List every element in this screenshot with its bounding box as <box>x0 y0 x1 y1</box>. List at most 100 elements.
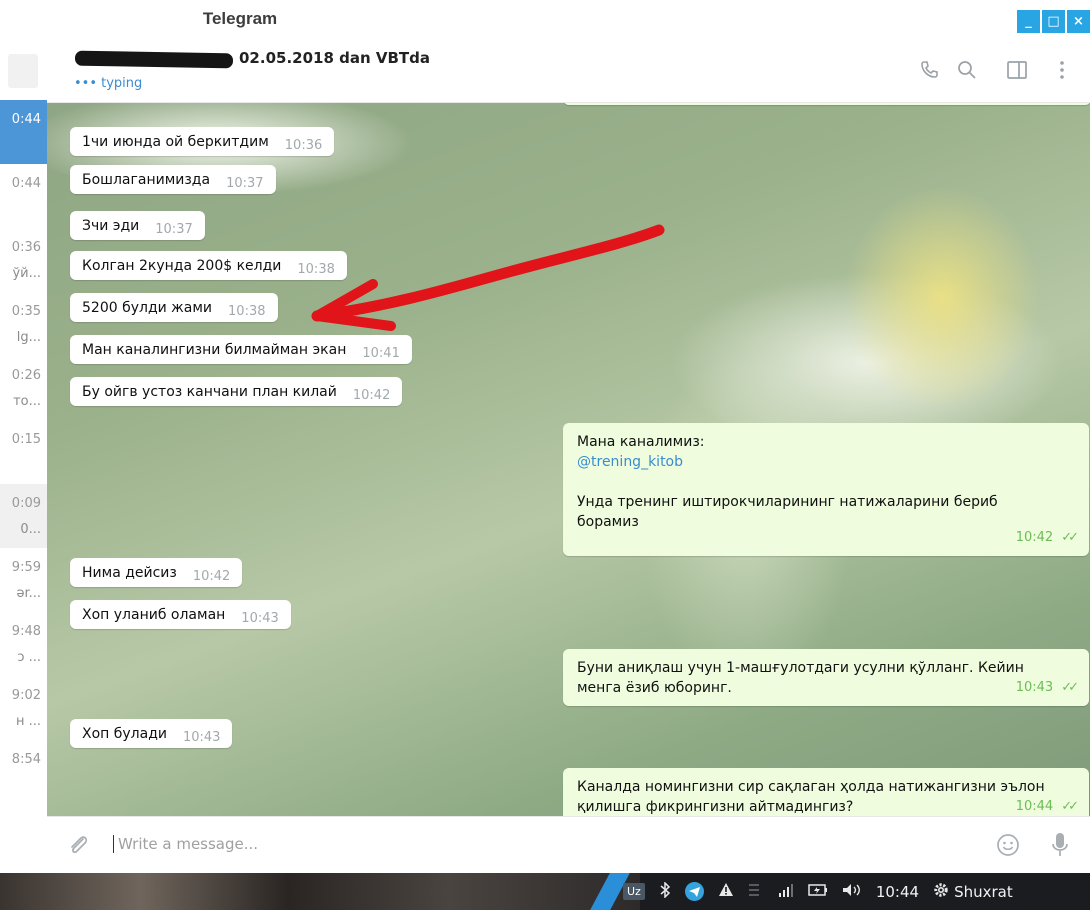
read-ticks-icon: ✓✓ <box>1061 680 1079 695</box>
chat-time: 9:59 <box>11 560 41 575</box>
message-text: 5200 булди жами <box>82 300 213 316</box>
chat-list-item[interactable]: 9:48 ɔ ... <box>0 612 47 676</box>
attach-icon[interactable] <box>65 832 91 858</box>
chat-time: 0:44 <box>11 112 41 127</box>
desktop-wallpaper-strip <box>0 873 640 910</box>
chat-snippet: 0... <box>20 522 41 537</box>
bluetooth-icon[interactable] <box>659 880 671 902</box>
outgoing-message[interactable]: Буни аниқлаш учун 1-машғулотдаги усулни … <box>563 649 1089 706</box>
message-time: 10:37 <box>155 222 193 237</box>
warning-icon[interactable] <box>718 882 734 901</box>
clock[interactable]: 10:44 <box>876 883 919 901</box>
chat-list-item[interactable]: 0:44 <box>0 100 47 164</box>
message-composer: Write a message... <box>47 816 1090 874</box>
outgoing-message[interactable]: Мана каналимиз: @trening_kitob Унда трен… <box>563 423 1089 556</box>
chat-time: 8:54 <box>11 752 41 767</box>
chat-list-item[interactable]: 0:09 0... <box>0 484 47 548</box>
chat-name[interactable]: 02.05.2018 dan VBTda <box>239 49 430 67</box>
message-text: Бошлаганимизда <box>82 172 211 188</box>
message-text: Мана каналимиз: <box>577 434 705 450</box>
message-input[interactable]: Write a message... <box>113 835 258 853</box>
message-time: 10:43 <box>1015 680 1054 695</box>
minimize-button[interactable]: _ <box>1017 10 1040 33</box>
chat-time: 9:02 <box>11 688 41 703</box>
message-text: 1чи июнда ой беркитдим <box>82 134 269 150</box>
message-time: 10:38 <box>228 304 266 319</box>
chat-list-item[interactable]: 0:15 <box>0 420 47 484</box>
chat-list: 0:44 0:44 0:36 ўй... 0:35 lg... 0:26 то.… <box>0 36 47 882</box>
chat-snippet: ər... <box>16 586 41 601</box>
system-taskbar: Uz 10:44 Shuxrat <box>0 873 1090 910</box>
message-time: 10:42 <box>192 569 231 584</box>
signal-icon[interactable] <box>778 883 794 901</box>
incoming-message[interactable]: Ман каналингизни билмайман экан 10:41 <box>70 335 412 364</box>
window-title: Telegram <box>202 9 278 28</box>
chat-time: 0:36 <box>11 240 41 255</box>
channel-link[interactable]: @trening_kitob <box>577 452 1075 472</box>
gear-icon <box>933 882 949 902</box>
chat-list-item[interactable]: 0:35 lg... <box>0 292 47 356</box>
keyboard-layout-indicator[interactable]: Uz <box>623 883 645 900</box>
sidebar-toggle-icon[interactable] <box>1005 58 1029 82</box>
maximize-button[interactable]: □ <box>1042 10 1065 33</box>
chat-search-input[interactable] <box>8 54 38 88</box>
incoming-message[interactable]: Хоп уланиб оламан 10:43 <box>70 600 291 629</box>
message-time: 10:42 <box>352 388 391 403</box>
message-area[interactable]: 1чи июнда ой беркитдим 10:36 Бошлаганимиз… <box>47 103 1090 816</box>
read-ticks-icon: ✓✓ <box>1061 530 1079 545</box>
window-controls: _ □ × <box>1017 10 1090 33</box>
more-icon[interactable] <box>1050 58 1074 82</box>
chat-time: 0:15 <box>11 432 41 447</box>
message-time: 10:37 <box>226 176 264 191</box>
chat-snippet: то... <box>13 394 41 409</box>
window-titlebar: Telegram _ □ × <box>0 0 1090 36</box>
emoji-icon[interactable] <box>995 832 1021 858</box>
chat-list-item[interactable]: 9:59 ər... <box>0 548 47 612</box>
message-time: 10:44 <box>1015 799 1054 814</box>
incoming-message[interactable]: Нима дейсиз 10:42 <box>70 558 243 587</box>
red-arrow-annotation <box>311 224 665 331</box>
battery-icon[interactable] <box>808 883 828 901</box>
incoming-message[interactable]: 5200 булди жами 10:38 <box>70 293 278 322</box>
message-time: 10:36 <box>284 138 323 153</box>
phone-icon[interactable] <box>917 58 941 82</box>
incoming-message[interactable]: Зчи эди 10:37 <box>70 211 205 240</box>
chat-list-item[interactable]: 0:26 то... <box>0 356 47 420</box>
message-time: 10:43 <box>182 730 221 745</box>
message-text: Буни аниқлаш учун 1-машғулотдаги усулни … <box>577 660 1024 676</box>
message-text: Нима дейсиз <box>82 565 177 581</box>
chat-list-item[interactable]: 8:54 <box>0 740 47 804</box>
message-text: Хоп булади <box>82 726 167 742</box>
incoming-message[interactable]: Бу ойгв устоз канчани план килай 10:42 <box>70 377 403 406</box>
chat-snippet: ɔ ... <box>17 650 41 665</box>
message-text: Унда тренинг иштирокчиларининг натижалар… <box>577 494 998 510</box>
message-text: Хоп уланиб оламан <box>82 607 226 623</box>
close-button[interactable]: × <box>1067 10 1090 33</box>
user-menu[interactable]: Shuxrat <box>933 882 1013 902</box>
telegram-tray-icon[interactable] <box>684 882 704 901</box>
volume-icon[interactable] <box>842 883 862 901</box>
chat-list-item[interactable]: 0:36 ўй... <box>0 228 47 292</box>
message-time: 10:42 <box>1015 530 1054 545</box>
chat-list-item[interactable]: 0:44 <box>0 164 47 228</box>
chat-time: 0:26 <box>11 368 41 383</box>
typing-status: ••• typing <box>74 76 143 91</box>
incoming-message[interactable]: Бошлаганимизда 10:37 <box>70 165 276 194</box>
chat-snippet: ўй... <box>12 266 41 281</box>
chat-snippet: н ... <box>15 714 41 729</box>
outgoing-message[interactable]: Каналда номингизни сир сақлаган ҳолда на… <box>563 768 1089 816</box>
message-text: Зчи эди <box>82 218 140 234</box>
message-text: Ман каналингизни билмайман экан <box>82 342 347 358</box>
read-ticks-icon: ✓✓ <box>1061 799 1079 814</box>
system-tray: Uz 10:44 Shuxrat <box>623 873 1013 910</box>
incoming-message[interactable]: 1чи июнда ой беркитдим 10:36 <box>70 127 335 156</box>
user-name: Shuxrat <box>954 882 1013 901</box>
chat-time: 0:44 <box>11 176 41 191</box>
microphone-icon[interactable] <box>1047 832 1073 858</box>
message-time: 10:41 <box>362 346 400 361</box>
chat-list-item[interactable]: 9:02 н ... <box>0 676 47 740</box>
search-icon[interactable] <box>955 58 979 82</box>
menu-lines-icon[interactable] <box>748 883 764 901</box>
message-meta: 10:42 ✓✓ <box>577 528 1079 548</box>
incoming-message[interactable]: Хоп булади 10:43 <box>70 719 233 748</box>
